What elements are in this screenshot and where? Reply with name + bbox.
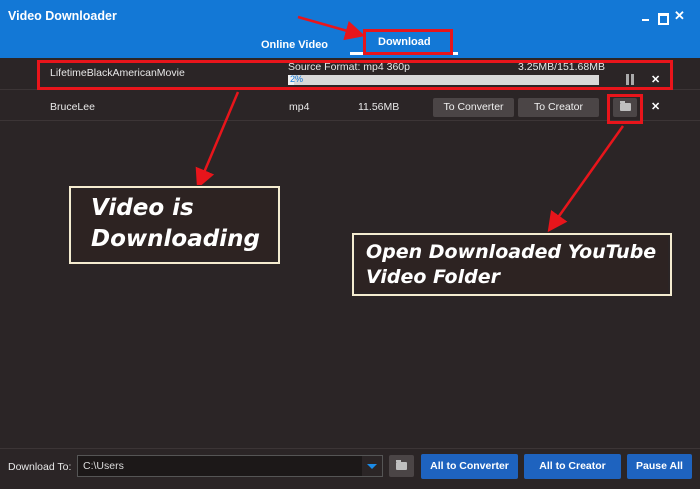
video-format: mp4 — [289, 101, 310, 113]
callout-line: Video is — [91, 195, 194, 221]
download-tab-highlight — [363, 29, 453, 55]
callout-line: Open Downloaded YouTube — [366, 241, 657, 263]
app-title: Video Downloader — [8, 9, 117, 23]
tab-online-video[interactable]: Online Video — [261, 39, 328, 51]
downloading-row-highlight — [37, 60, 673, 90]
close-icon[interactable]: ✕ — [651, 100, 660, 113]
folder-button-highlight — [607, 94, 643, 124]
minimize-icon[interactable] — [641, 12, 651, 22]
callout-line: Video Folder — [366, 266, 500, 288]
browse-folder-button[interactable] — [389, 455, 414, 477]
to-creator-button[interactable]: To Creator — [518, 98, 599, 117]
all-to-creator-button[interactable]: All to Creator — [524, 454, 621, 479]
downloading-callout: Video is Downloading — [68, 185, 281, 265]
to-converter-button[interactable]: To Converter — [433, 98, 514, 117]
download-path-input[interactable]: C:\Users — [77, 455, 383, 477]
maximize-icon[interactable] — [657, 12, 669, 25]
folder-icon — [396, 460, 407, 470]
folder-callout: Open Downloaded YouTube Video Folder — [351, 232, 673, 297]
download-to-label: Download To: — [8, 461, 72, 473]
file-size: 11.56MB — [358, 101, 400, 113]
close-icon[interactable]: ✕ — [674, 9, 685, 23]
callout-line: Downloading — [91, 226, 260, 252]
pause-all-button[interactable]: Pause All — [627, 454, 692, 479]
all-to-converter-button[interactable]: All to Converter — [421, 454, 518, 479]
video-name: BruceLee — [50, 101, 95, 113]
chevron-down-icon[interactable] — [362, 456, 382, 476]
